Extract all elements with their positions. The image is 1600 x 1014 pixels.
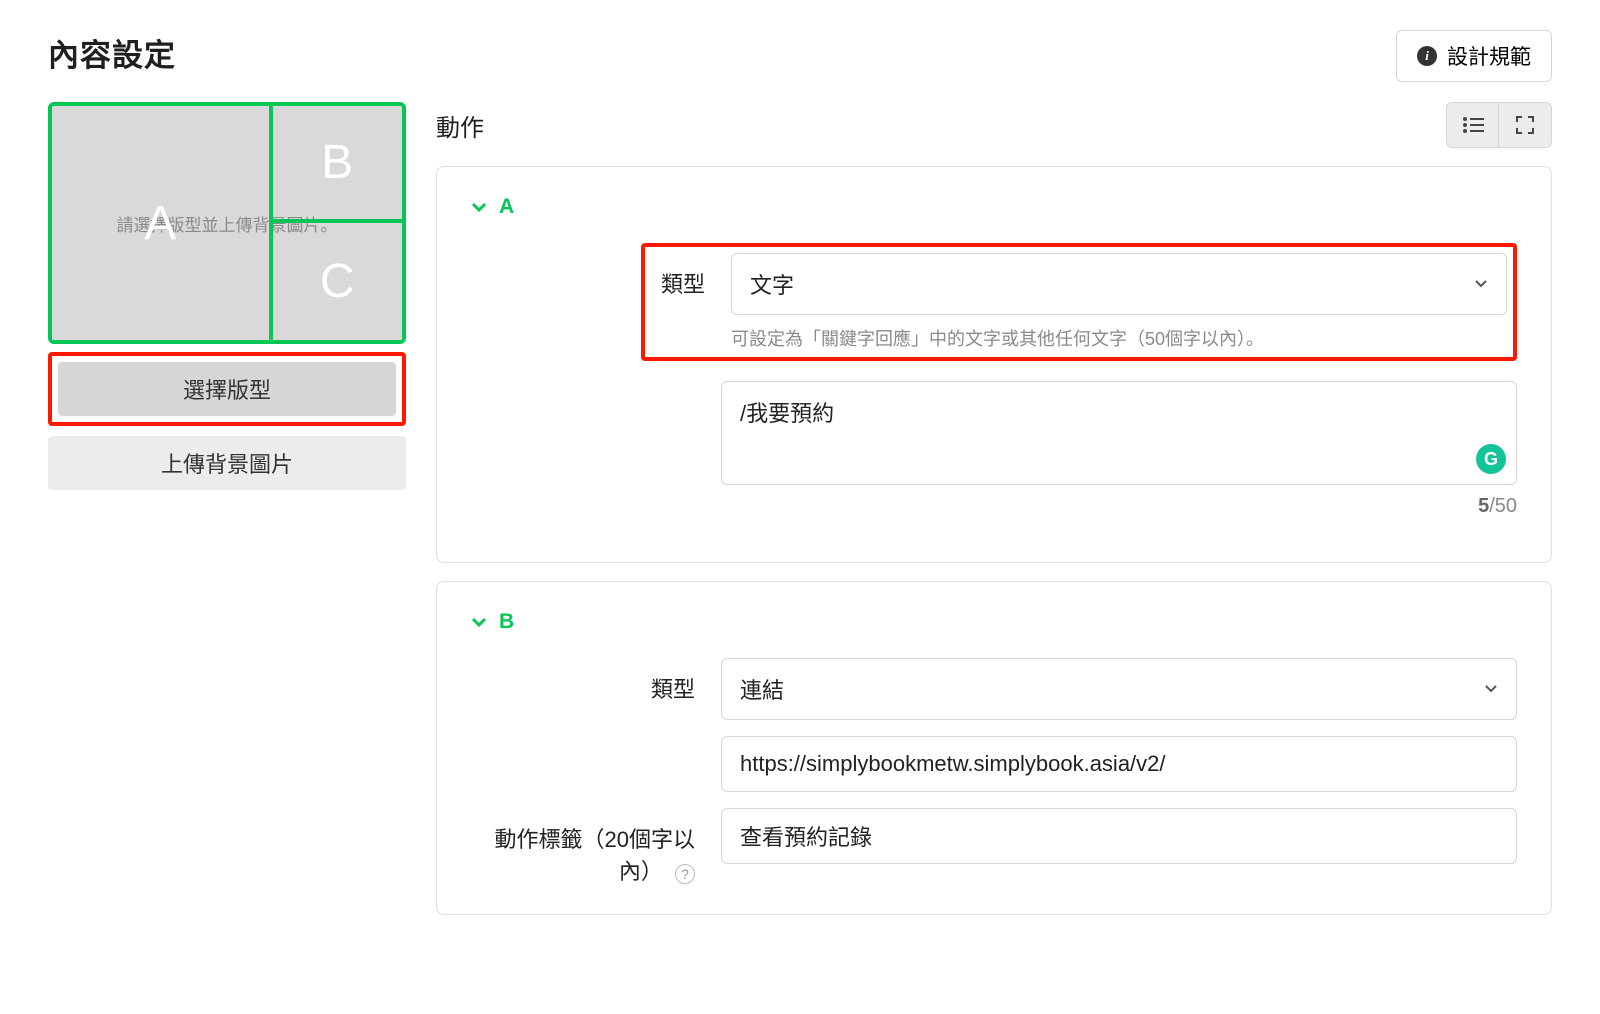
design-guide-label: 設計規範 (1447, 41, 1531, 71)
chevron-down-icon (1484, 682, 1498, 696)
type-select-a[interactable]: 文字 (731, 253, 1507, 315)
type-label-a: 類型 (651, 253, 731, 299)
design-guide-button[interactable]: i 設計規範 (1396, 30, 1552, 82)
url-input-b[interactable] (721, 736, 1517, 792)
preview-cell-b: B (273, 106, 403, 223)
view-toggle (1446, 102, 1552, 148)
info-icon: i (1417, 46, 1437, 66)
action-panel-b: B 類型 連結 動作標籤（20個字以內） (436, 581, 1552, 915)
page-title: 內容設定 (48, 30, 176, 75)
chevron-down-icon (471, 614, 487, 630)
panel-key-a: A (499, 195, 514, 219)
section-title-actions: 動作 (436, 108, 484, 143)
panel-header-a[interactable]: A (471, 195, 1517, 219)
type-select-b[interactable]: 連結 (721, 658, 1517, 720)
type-value-a: 文字 (750, 268, 794, 300)
fullscreen-icon (1515, 115, 1535, 135)
grammarly-icon: G (1476, 444, 1506, 474)
action-tag-input-b[interactable] (721, 808, 1517, 864)
text-value-a: /我要預約 (740, 401, 834, 426)
type-value-b: 連結 (740, 673, 784, 705)
fullscreen-view-button[interactable] (1499, 103, 1551, 147)
action-panel-a: A 類型 文字 可設定為「關鍵字回應」中的文字或其他任何文字（50個字以內）。 (436, 166, 1552, 563)
panel-header-b[interactable]: B (471, 610, 1517, 634)
panel-key-b: B (499, 610, 514, 634)
chevron-down-icon (471, 199, 487, 215)
text-input-a[interactable]: /我要預約 G (721, 381, 1517, 485)
upload-background-button[interactable]: 上傳背景圖片 (48, 436, 406, 490)
action-tag-label-b: 動作標籤（20個字以內） ? (471, 808, 721, 886)
highlight-frame-type-a: 類型 文字 可設定為「關鍵字回應」中的文字或其他任何文字（50個字以內）。 (641, 243, 1517, 361)
preview-cell-c: C (273, 223, 403, 340)
template-preview[interactable]: 請選擇版型並上傳背景圖片。 A B C (48, 102, 406, 344)
type-label-b: 類型 (471, 658, 721, 704)
char-count-a: 5/50 (721, 495, 1517, 518)
list-view-button[interactable] (1447, 103, 1499, 147)
chevron-down-icon (1474, 277, 1488, 291)
highlight-frame-choose-template: 選擇版型 (48, 352, 406, 426)
preview-cell-a: A (52, 106, 273, 340)
help-icon[interactable]: ? (675, 864, 695, 884)
type-hint-a: 可設定為「關鍵字回應」中的文字或其他任何文字（50個字以內）。 (731, 325, 1507, 351)
list-icon (1462, 116, 1484, 134)
choose-template-button[interactable]: 選擇版型 (58, 362, 396, 416)
